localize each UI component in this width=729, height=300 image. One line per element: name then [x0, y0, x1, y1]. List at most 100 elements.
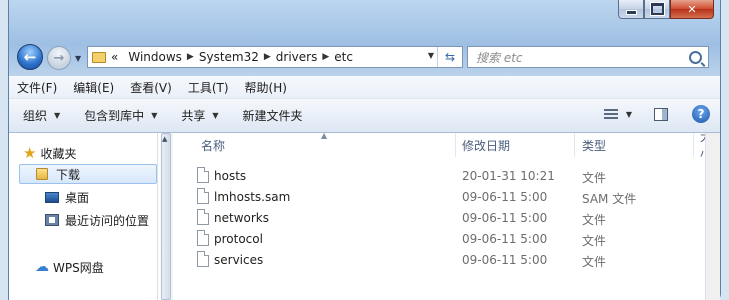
file-icon	[197, 167, 209, 183]
menu-file[interactable]: 文件(F)	[9, 79, 65, 96]
file-row[interactable]: services 09-06-11 5:00 文件	[173, 250, 708, 270]
help-icon[interactable]: ?	[692, 105, 710, 123]
file-type: SAM 文件	[582, 192, 637, 206]
file-type: 文件	[582, 234, 607, 248]
forward-arrow-icon: →	[53, 50, 65, 66]
column-divider[interactable]	[693, 133, 694, 157]
file-icon	[197, 251, 209, 267]
file-date: 20-01-31 10:21	[462, 169, 555, 183]
file-date: 09-06-11 5:00	[462, 232, 548, 246]
forward-button[interactable]: →	[47, 46, 71, 70]
menu-help[interactable]: 帮助(H)	[237, 79, 295, 96]
chevron-down-icon: ▼	[54, 111, 61, 120]
search-box[interactable]: 搜索 etc	[467, 46, 709, 68]
refresh-icon: ⇆	[444, 50, 456, 64]
address-bar[interactable]: « Windows ▶ System32 ▶ drivers ▶ etc ▼ ⇆	[87, 46, 463, 68]
file-date: 09-06-11 5:00	[462, 253, 548, 267]
file-icon	[197, 230, 209, 246]
back-arrow-icon: ←	[23, 48, 37, 66]
nav-downloads[interactable]: 下载	[19, 164, 157, 184]
column-header-type[interactable]: 类型	[575, 133, 693, 157]
search-icon[interactable]	[689, 51, 702, 64]
new-folder-button[interactable]: 新建文件夹	[231, 99, 315, 132]
address-dropdown-icon[interactable]: ▼	[428, 51, 434, 60]
search-placeholder[interactable]: 搜索 etc	[476, 49, 523, 66]
nav-recent-label: 最近访问的位置	[65, 213, 150, 228]
view-dropdown-icon[interactable]: ▼	[626, 110, 632, 119]
close-icon: ✕	[687, 2, 697, 16]
folder-icon	[92, 51, 106, 63]
chevron-down-icon: ▼	[151, 111, 158, 120]
share-button[interactable]: 共享 ▼	[169, 99, 230, 132]
menu-edit[interactable]: 编辑(E)	[65, 79, 122, 96]
share-label: 共享	[181, 109, 206, 123]
file-name[interactable]: services	[214, 253, 263, 267]
menu-bar: 文件(F) 编辑(E) 查看(V) 工具(T) 帮助(H)	[9, 76, 720, 99]
file-date: 09-06-11 5:00	[462, 190, 548, 204]
breadcrumb-drivers[interactable]: drivers	[271, 50, 323, 64]
view-options-icon[interactable]	[603, 108, 618, 120]
star-icon: ★	[23, 144, 37, 162]
column-header-name[interactable]: 名称	[173, 133, 455, 157]
nav-favorites[interactable]: ★ 收藏夹	[23, 143, 76, 163]
navigation-pane: ★ 收藏夹 下载 桌面 最近访问的位置 ☁ WPS网盘	[9, 133, 157, 300]
minimize-icon	[625, 9, 637, 15]
breadcrumb-etc[interactable]: etc	[329, 50, 358, 64]
breadcrumb-system32[interactable]: System32	[194, 50, 264, 64]
preview-pane-icon[interactable]	[654, 107, 668, 121]
file-type: 文件	[582, 255, 607, 269]
maximize-button[interactable]	[644, 0, 670, 19]
desktop-icon	[45, 191, 59, 203]
breadcrumb-separator-icon[interactable]: ▶	[187, 52, 194, 62]
file-list-scrollbar[interactable]	[705, 133, 720, 300]
file-date: 09-06-11 5:00	[462, 211, 548, 225]
back-button[interactable]: ←	[17, 44, 43, 70]
navigation-row: ← → ▼ « Windows ▶ System32 ▶ drivers ▶ e…	[9, 40, 720, 74]
include-label: 包含到库中	[84, 109, 145, 123]
nav-desktop-label: 桌面	[65, 190, 90, 205]
nav-wps-label: WPS网盘	[53, 260, 104, 275]
minimize-button[interactable]	[618, 0, 644, 19]
column-type-label: 类型	[582, 138, 607, 153]
chevron-down-icon: ▼	[212, 111, 219, 120]
scrollbar-thumb[interactable]	[161, 133, 171, 300]
maximize-icon	[650, 3, 664, 15]
file-name[interactable]: hosts	[214, 169, 246, 183]
breadcrumb-windows[interactable]: Windows	[123, 50, 187, 64]
cloud-icon: ☁	[35, 259, 49, 275]
file-type: 文件	[582, 171, 607, 185]
file-name[interactable]: protocol	[214, 232, 263, 246]
folder-icon	[36, 168, 48, 180]
refresh-button[interactable]: ⇆	[437, 47, 462, 67]
nav-wps-cloud[interactable]: ☁ WPS网盘	[35, 257, 104, 277]
file-list: ▲ 名称 修改日期 类型 大小 hosts 20-01-31 10:21 文件 …	[173, 131, 710, 300]
file-row[interactable]: networks 09-06-11 5:00 文件	[173, 208, 708, 228]
file-name[interactable]: lmhosts.sam	[214, 190, 290, 204]
close-button[interactable]: ✕	[670, 0, 714, 19]
nav-desktop[interactable]: 桌面	[45, 187, 89, 207]
command-bar: 组织 ▼ 包含到库中 ▼ 共享 ▼ 新建文件夹 ▼ ?	[9, 99, 720, 133]
column-date-label: 修改日期	[462, 138, 511, 153]
breadcrumb-separator-icon[interactable]: ▶	[264, 52, 271, 62]
file-row[interactable]: protocol 09-06-11 5:00 文件	[173, 229, 708, 249]
include-in-library-button[interactable]: 包含到库中 ▼	[72, 99, 169, 132]
column-name-label: 名称	[201, 138, 226, 153]
recent-pages-dropdown-icon[interactable]: ▼	[75, 54, 81, 63]
column-header-date[interactable]: 修改日期	[456, 133, 574, 157]
file-row[interactable]: lmhosts.sam 09-06-11 5:00 SAM 文件	[173, 187, 708, 207]
nav-favorites-label: 收藏夹	[40, 146, 77, 161]
caption-buttons: ✕	[618, 0, 714, 20]
scroll-up-icon[interactable]: ▲	[162, 135, 167, 143]
new-folder-label: 新建文件夹	[242, 109, 303, 123]
explorer-window: ✕ ← → ▼ « Windows ▶ System32 ▶ drivers ▶…	[8, 0, 721, 300]
breadcrumb-separator-icon[interactable]: ▶	[322, 52, 329, 62]
file-type: 文件	[582, 213, 607, 227]
menu-view[interactable]: 查看(V)	[122, 79, 180, 96]
file-row[interactable]: hosts 20-01-31 10:21 文件	[173, 166, 708, 186]
file-name[interactable]: networks	[214, 211, 269, 225]
nav-pane-scrollbar[interactable]: ▲	[157, 133, 174, 300]
organize-button[interactable]: 组织 ▼	[9, 99, 72, 132]
nav-recent-places[interactable]: 最近访问的位置	[45, 210, 149, 230]
menu-tools[interactable]: 工具(T)	[180, 79, 237, 96]
address-overflow[interactable]: «	[106, 50, 123, 64]
